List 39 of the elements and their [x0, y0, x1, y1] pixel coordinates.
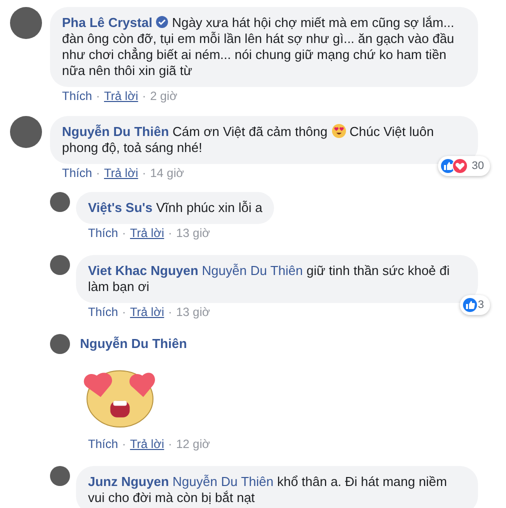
comment-text: Junz Nguyen Nguyễn Du Thiên khổ thân a. Đi hát mang niềm vui cho đời mà còn bị bắt nạt	[88, 474, 448, 506]
separator-dot: ·	[168, 436, 172, 452]
separator-dot: ·	[122, 225, 126, 241]
like-link[interactable]: Thích	[88, 436, 118, 452]
separator-dot: ·	[142, 88, 146, 104]
like-link[interactable]: Thích	[62, 88, 92, 104]
avatar[interactable]	[50, 192, 70, 212]
reply-link[interactable]: Trả lời	[130, 225, 164, 241]
verified-badge-icon	[156, 16, 168, 28]
comment-text: Nguyễn Du Thiên Cám ơn Việt đã cảm thông Chúc Việt luôn phong độ, toả sáng nhé!	[62, 124, 435, 156]
avatar[interactable]	[50, 255, 70, 275]
separator-dot: ·	[122, 304, 126, 320]
avatar[interactable]	[10, 7, 42, 39]
separator-dot: ·	[168, 225, 172, 241]
reaction-count-pill[interactable]: 30	[438, 156, 490, 176]
reaction-count: 30	[472, 158, 484, 174]
comment-text: Việt's Su's Vĩnh phúc xin lỗi a	[88, 200, 262, 216]
separator-dot: ·	[96, 88, 100, 104]
separator-dot: ·	[142, 165, 146, 181]
thumbs-up-icon	[462, 296, 478, 313]
comment-text: Viet Khac Nguyen Nguyễn Du Thiên giữ tinh thần sức khoẻ đi làm bạn ơi	[88, 263, 451, 295]
commenter-name[interactable]: Nguyễn Du Thiên	[76, 334, 478, 352]
avatar[interactable]	[50, 466, 70, 486]
like-link[interactable]: Thích	[88, 225, 118, 241]
separator-dot: ·	[122, 436, 126, 452]
reaction-count-pill[interactable]: 3	[460, 294, 490, 315]
separator-dot: ·	[96, 165, 100, 181]
like-link[interactable]: Thích	[88, 304, 118, 320]
separator-dot: ·	[168, 304, 172, 320]
avatar[interactable]	[10, 116, 42, 148]
heart-eyes-emoji-icon	[332, 124, 346, 138]
reply-link[interactable]: Trả lời	[104, 88, 138, 104]
reply-link[interactable]: Trả lời	[130, 436, 164, 452]
avatar[interactable]	[50, 334, 70, 354]
reply-link[interactable]: Trả lời	[130, 304, 164, 320]
reply-link[interactable]: Trả lời	[104, 165, 138, 181]
like-link[interactable]: Thích	[62, 165, 92, 181]
comment-text: Pha Lê Crystal Ngày xưa hát hội chợ miết mà em cũng sợ lắm... đàn ông còn đỡ, tụi em mỗi lần lên hát sợ như gì... ăn gạch vào đầu như chơi chẳng biết ai ném... nói chung giữ mạng chứ ko ham tiền nữa nên thôi xin giã từ	[62, 15, 456, 79]
reaction-count: 3	[478, 298, 484, 312]
